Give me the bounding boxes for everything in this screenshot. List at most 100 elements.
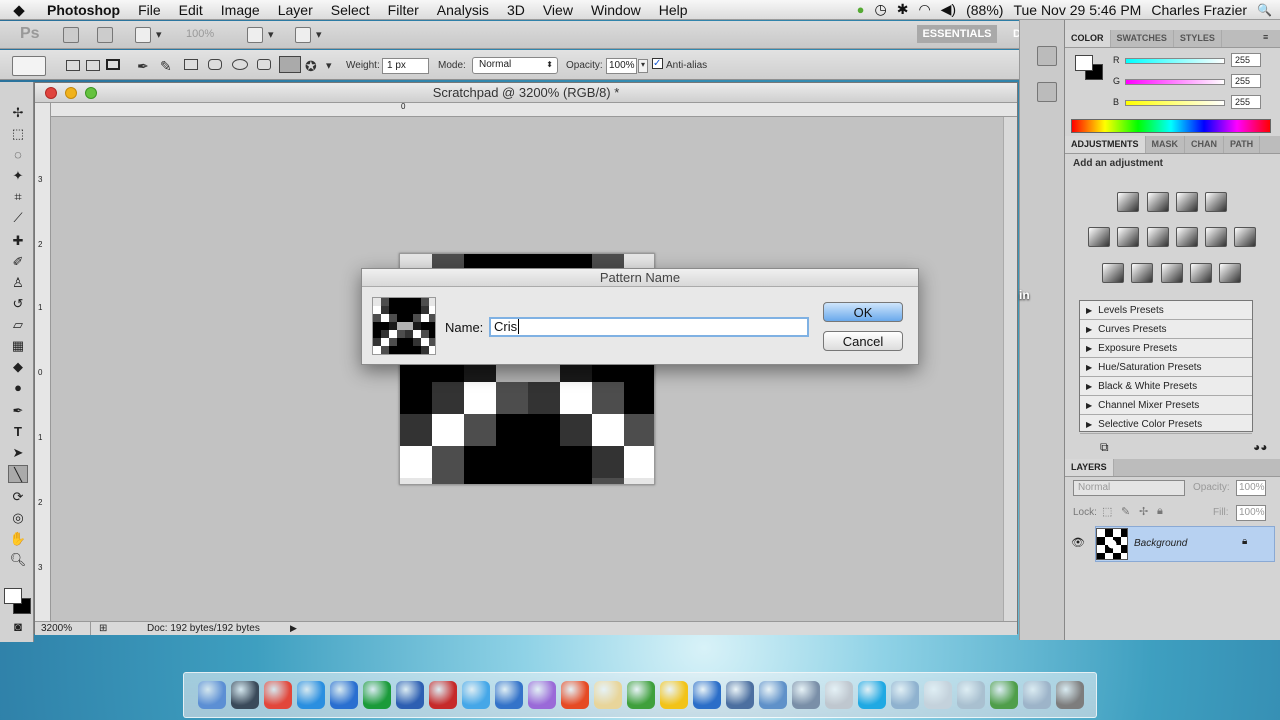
color-spectrum-bar[interactable]: [1071, 119, 1271, 133]
menu-window[interactable]: Window: [582, 0, 650, 20]
pen-tool-icon[interactable]: ✒: [137, 58, 149, 75]
preset-item[interactable]: ▶ Curves Presets: [1080, 320, 1252, 339]
chevron-down-icon[interactable]: ▾: [268, 28, 274, 41]
pen-tool-icon[interactable]: ✒: [8, 402, 28, 420]
fill-pixels-icon[interactable]: [106, 59, 120, 70]
dock-app-icon[interactable]: [264, 681, 292, 709]
color-fg-swatch[interactable]: [1075, 55, 1093, 71]
adjustments-options-icon[interactable]: ◕◕: [1253, 440, 1268, 454]
chevron-down-icon[interactable]: ▾: [326, 59, 332, 72]
menu-filter[interactable]: Filter: [379, 0, 428, 20]
opacity-input[interactable]: 100%: [606, 58, 637, 74]
dock-app-icon[interactable]: [231, 681, 259, 709]
tab-layers[interactable]: LAYERS: [1065, 459, 1114, 476]
dodge-tool-icon[interactable]: ●: [8, 379, 28, 397]
color-balance-icon[interactable]: [1147, 227, 1169, 247]
dock-app-icon[interactable]: [627, 681, 655, 709]
menu-layer[interactable]: Layer: [269, 0, 322, 20]
dock-app-icon[interactable]: [726, 681, 754, 709]
history-panel-icon[interactable]: [1037, 82, 1057, 102]
dock-app-icon[interactable]: [924, 681, 952, 709]
custom-shape-icon[interactable]: ✪: [305, 58, 317, 75]
path-selection-tool-icon[interactable]: ➤: [8, 444, 28, 462]
menu-help[interactable]: Help: [650, 0, 697, 20]
vertical-scrollbar[interactable]: [1003, 117, 1017, 621]
tab-styles[interactable]: STYLES: [1174, 30, 1222, 47]
tab-paths[interactable]: PATH: [1224, 136, 1261, 153]
rectangle-tool-icon[interactable]: [184, 59, 198, 70]
bridge-icon[interactable]: [63, 27, 79, 43]
levels-icon[interactable]: [1147, 192, 1169, 212]
dock-app-icon[interactable]: [990, 681, 1018, 709]
dock-app-icon[interactable]: [825, 681, 853, 709]
hand-tool-icon[interactable]: ✋: [8, 530, 28, 548]
blur-tool-icon[interactable]: ◆: [8, 358, 28, 376]
dock-app-icon[interactable]: [330, 681, 358, 709]
paths-icon[interactable]: [86, 60, 100, 71]
clone-stamp-tool-icon[interactable]: ♙: [8, 274, 28, 292]
preset-item[interactable]: ▶ Exposure Presets: [1080, 339, 1252, 358]
3d-rotate-tool-icon[interactable]: ⟳: [8, 488, 28, 506]
preset-item[interactable]: ▶ Selective Color Presets: [1080, 415, 1252, 434]
brush-tool-icon[interactable]: ✐: [8, 253, 28, 271]
preset-item[interactable]: ▶ Hue/Saturation Presets: [1080, 358, 1252, 377]
gradient-map-icon[interactable]: [1190, 263, 1212, 283]
workspace-essentials-button[interactable]: ESSENTIALS: [917, 25, 997, 43]
dock-app-icon[interactable]: [495, 681, 523, 709]
tab-swatches[interactable]: SWATCHES: [1111, 30, 1174, 47]
spotlight-search-icon[interactable]: 🔍: [1252, 3, 1280, 17]
vibrance-icon[interactable]: [1088, 227, 1110, 247]
time-machine-icon[interactable]: ◷: [869, 1, 891, 18]
hue-saturation-icon[interactable]: [1117, 227, 1139, 247]
layer-opacity-input[interactable]: 100%: [1236, 480, 1266, 496]
channel-r-value[interactable]: 255: [1231, 53, 1261, 67]
battery-indicator[interactable]: (88%): [961, 2, 1008, 18]
arrange-documents-icon[interactable]: [247, 27, 263, 43]
dock-app-icon[interactable]: [561, 681, 589, 709]
tab-masks[interactable]: MASK: [1146, 136, 1186, 153]
layer-blend-mode-select[interactable]: Normal: [1073, 480, 1185, 496]
volume-icon[interactable]: ◀): [936, 1, 961, 18]
dock-app-icon[interactable]: [1056, 681, 1084, 709]
ok-button[interactable]: OK: [823, 302, 903, 322]
menu-image[interactable]: Image: [212, 0, 269, 20]
marquee-tool-icon[interactable]: ⬚: [8, 125, 28, 143]
quick-selection-tool-icon[interactable]: ✦: [8, 167, 28, 185]
preset-item[interactable]: ▶ Black & White Presets: [1080, 377, 1252, 396]
photo-filter-icon[interactable]: [1205, 227, 1227, 247]
lasso-tool-icon[interactable]: ◌: [8, 146, 28, 164]
antialias-checkbox[interactable]: ✓: [652, 58, 663, 69]
user-name[interactable]: Charles Frazier: [1146, 2, 1252, 18]
menu-edit[interactable]: Edit: [170, 0, 212, 20]
line-tool-preset-icon[interactable]: [12, 56, 46, 76]
mini-bridge-icon[interactable]: [97, 27, 113, 43]
desktop-icon-label[interactable]: in: [1019, 288, 1030, 302]
dock-app-icon[interactable]: [759, 681, 787, 709]
eyedropper-tool-icon[interactable]: ⟋: [8, 209, 28, 227]
zoom-tool-icon[interactable]: 🔍︎: [8, 551, 28, 569]
3d-orbit-tool-icon[interactable]: ◎: [8, 509, 28, 527]
healing-brush-tool-icon[interactable]: ✚: [8, 232, 28, 250]
dock-app-icon[interactable]: [198, 681, 226, 709]
apple-menu-icon[interactable]: ◆: [0, 1, 38, 19]
layer-fill-input[interactable]: 100%: [1236, 505, 1266, 521]
polygon-tool-icon[interactable]: [257, 59, 271, 70]
opacity-dropdown-arrow-icon[interactable]: ▾: [638, 59, 648, 73]
bluetooth-icon[interactable]: ✱: [892, 1, 914, 18]
menu-view[interactable]: View: [534, 0, 582, 20]
status-app-icon[interactable]: ●: [852, 2, 870, 17]
layer-row-background[interactable]: Background 🔒︎: [1095, 526, 1275, 562]
type-tool-icon[interactable]: T: [8, 423, 28, 441]
dock-app-icon[interactable]: [1023, 681, 1051, 709]
dock-app-icon[interactable]: [528, 681, 556, 709]
threshold-icon[interactable]: [1161, 263, 1183, 283]
tab-channels[interactable]: CHAN: [1185, 136, 1225, 153]
weight-input[interactable]: 1 px: [382, 58, 429, 74]
dock-app-icon[interactable]: [594, 681, 622, 709]
menu-analysis[interactable]: Analysis: [428, 0, 498, 20]
brightness-contrast-icon[interactable]: [1117, 192, 1139, 212]
lock-all-icon[interactable]: 🔒︎: [1157, 505, 1163, 518]
menu-select[interactable]: Select: [322, 0, 379, 20]
posterize-icon[interactable]: [1131, 263, 1153, 283]
quick-mask-icon[interactable]: ◙: [8, 618, 28, 636]
